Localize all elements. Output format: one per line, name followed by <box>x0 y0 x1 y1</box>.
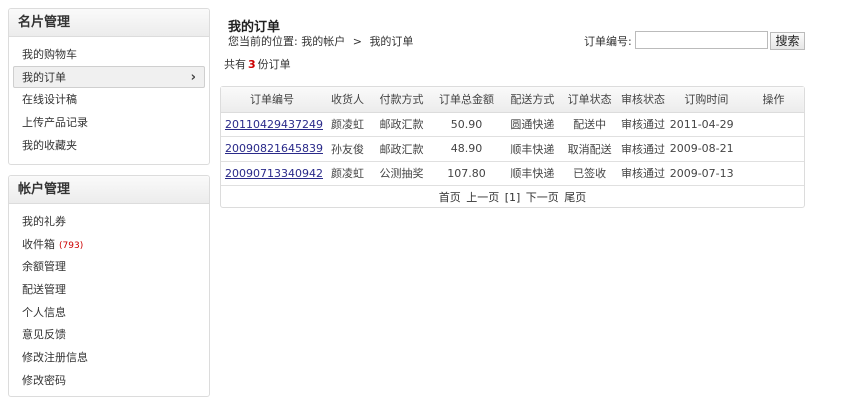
sidebar-item-label: 上传产品记录 <box>22 116 88 130</box>
order-number-input[interactable] <box>635 31 768 49</box>
sidebar-item-label: 收件箱 <box>22 237 55 251</box>
order-number-label: 订单编号: <box>584 35 632 48</box>
table-cell-action <box>743 136 804 162</box>
column-header: 操作 <box>743 87 804 113</box>
column-header: 订购时间 <box>669 87 744 113</box>
table-cell: 颜凌虹 <box>322 112 372 137</box>
search-button[interactable]: 搜索 <box>770 32 805 50</box>
breadcrumb-item-my-account[interactable]: 我的帐户 <box>301 35 345 48</box>
sidebar-item-inbox[interactable]: 收件箱 (793) <box>13 233 205 256</box>
sidebar-item-online-designs[interactable]: 在线设计稿 <box>13 88 205 111</box>
table-cell: 2009-07-13 <box>669 161 744 186</box>
order-id-cell: 20110429437249 <box>221 112 323 137</box>
pager-last-link[interactable]: 尾页 <box>564 191 586 204</box>
table-cell: 圆通快递 <box>501 112 563 137</box>
table-cell: 2009-08-21 <box>669 136 744 162</box>
pager-current-page: [1] <box>504 191 521 204</box>
order-count-suffix: 份订单 <box>257 58 291 71</box>
inbox-count-badge: (793) <box>59 240 84 251</box>
table-cell: 公测抽奖 <box>371 161 432 186</box>
sidebar-item-label: 修改密码 <box>22 373 66 387</box>
orders-table: 订单编号 收货人 付款方式 订单总金额 配送方式 订单状态 审核状态 订购时间 … <box>221 87 804 186</box>
table-cell: 48.90 <box>431 136 502 162</box>
sidebar-item-coupons[interactable]: 我的礼券 <box>13 210 205 233</box>
column-header: 配送方式 <box>501 87 563 113</box>
table-cell: 2011-04-29 <box>669 112 744 137</box>
sidebar-item-label: 我的订单 <box>22 70 66 84</box>
pagination: 首页 上一页 [1] 下一页 尾页 <box>221 186 804 209</box>
table-cell: 审核通过 <box>616 136 670 162</box>
table-cell: 孙友俊 <box>322 136 372 162</box>
order-id-cell: 20090821645839 <box>221 136 323 162</box>
card-management-title: 名片管理 <box>9 9 209 37</box>
column-header: 订单状态 <box>562 87 617 113</box>
table-row: 20090713340942 颜凌虹 公测抽奖 107.80 顺丰快递 已签收 … <box>221 161 804 186</box>
column-header: 订单总金额 <box>431 87 502 113</box>
order-count-prefix: 共有 <box>224 58 246 71</box>
table-cell: 审核通过 <box>616 161 670 186</box>
sidebar-item-label: 在线设计稿 <box>22 93 77 107</box>
table-cell: 审核通过 <box>616 112 670 137</box>
breadcrumb-item-my-orders: 我的订单 <box>369 35 414 48</box>
breadcrumb: 您当前的位置: 我的帐户 > 我的订单 <box>228 33 413 49</box>
table-row: 20110429437249 颜凌虹 邮政汇款 50.90 圆通快递 配送中 审… <box>221 112 804 137</box>
account-management-panel: 帐户管理 我的礼券 收件箱 (793) 余额管理 配送管理 个人信息 意见反馈 修… <box>8 175 210 397</box>
table-cell: 颜凌虹 <box>322 161 372 186</box>
sidebar-item-favorites[interactable]: 我的收藏夹 <box>13 134 205 157</box>
sidebar-item-change-password[interactable]: 修改密码 <box>13 369 205 392</box>
order-count-number: 3 <box>248 58 256 71</box>
sidebar-item-label: 意见反馈 <box>22 328 66 342</box>
column-header: 付款方式 <box>371 87 432 113</box>
table-cell: 配送中 <box>562 112 617 137</box>
table-cell: 107.80 <box>431 161 502 186</box>
sidebar-item-profile[interactable]: 个人信息 <box>13 301 205 324</box>
table-cell: 取消配送 <box>562 136 617 162</box>
order-id-link[interactable]: 20090713340942 <box>225 167 323 180</box>
account-management-title: 帐户管理 <box>9 176 209 204</box>
table-cell: 邮政汇款 <box>371 112 432 137</box>
card-management-menu: 我的购物车 我的订单 › 在线设计稿 上传产品记录 我的收藏夹 <box>9 37 209 162</box>
sidebar-item-label: 修改注册信息 <box>22 351 88 365</box>
account-management-menu: 我的礼券 收件箱 (793) 余额管理 配送管理 个人信息 意见反馈 修改注册信息… <box>9 204 209 398</box>
sidebar-item-label: 配送管理 <box>22 283 66 297</box>
orders-table-container: 订单编号 收货人 付款方式 订单总金额 配送方式 订单状态 审核状态 订购时间 … <box>220 86 805 208</box>
sidebar-item-edit-registration[interactable]: 修改注册信息 <box>13 346 205 369</box>
table-header-row: 订单编号 收货人 付款方式 订单总金额 配送方式 订单状态 审核状态 订购时间 … <box>221 87 804 113</box>
column-header: 订单编号 <box>221 87 323 113</box>
card-management-panel: 名片管理 我的购物车 我的订单 › 在线设计稿 上传产品记录 我的收藏夹 <box>8 8 210 165</box>
order-id-cell: 20090713340942 <box>221 161 323 186</box>
table-cell: 顺丰快递 <box>501 161 563 186</box>
sidebar-item-upload-records[interactable]: 上传产品记录 <box>13 111 205 134</box>
breadcrumb-prefix: 您当前的位置: <box>228 35 298 48</box>
pager-next-link[interactable]: 下一页 <box>526 191 559 204</box>
column-header: 收货人 <box>322 87 372 113</box>
chevron-right-icon: › <box>190 69 196 85</box>
sidebar-item-label: 我的礼券 <box>22 215 66 228</box>
sidebar-item-shopping-cart[interactable]: 我的购物车 <box>13 43 205 66</box>
sidebar-item-feedback[interactable]: 意见反馈 <box>13 323 205 346</box>
sidebar-item-label: 我的收藏夹 <box>22 138 77 152</box>
order-id-link[interactable]: 20090821645839 <box>225 142 323 155</box>
table-cell-action <box>743 161 804 186</box>
pager-prev-link[interactable]: 上一页 <box>466 191 499 204</box>
sidebar-item-my-orders[interactable]: 我的订单 › <box>13 65 205 89</box>
sidebar-item-delivery[interactable]: 配送管理 <box>13 278 205 301</box>
breadcrumb-separator: > <box>352 35 362 48</box>
table-cell: 50.90 <box>431 112 502 137</box>
sidebar-item-label: 余额管理 <box>22 260 66 274</box>
sidebar-item-label: 我的购物车 <box>22 48 77 61</box>
table-row: 20090821645839 孙友俊 邮政汇款 48.90 顺丰快递 取消配送 … <box>221 136 804 162</box>
sidebar-item-balance[interactable]: 余额管理 <box>13 255 205 278</box>
table-cell: 已签收 <box>562 161 617 186</box>
table-cell: 顺丰快递 <box>501 136 563 162</box>
table-cell-action <box>743 112 804 137</box>
sidebar-item-label: 个人信息 <box>22 305 66 319</box>
column-header: 审核状态 <box>616 87 670 113</box>
table-cell: 邮政汇款 <box>371 136 432 162</box>
order-count-summary: 共有 3 份订单 <box>224 56 291 72</box>
pager-first-link[interactable]: 首页 <box>439 191 461 204</box>
order-id-link[interactable]: 20110429437249 <box>225 118 323 131</box>
